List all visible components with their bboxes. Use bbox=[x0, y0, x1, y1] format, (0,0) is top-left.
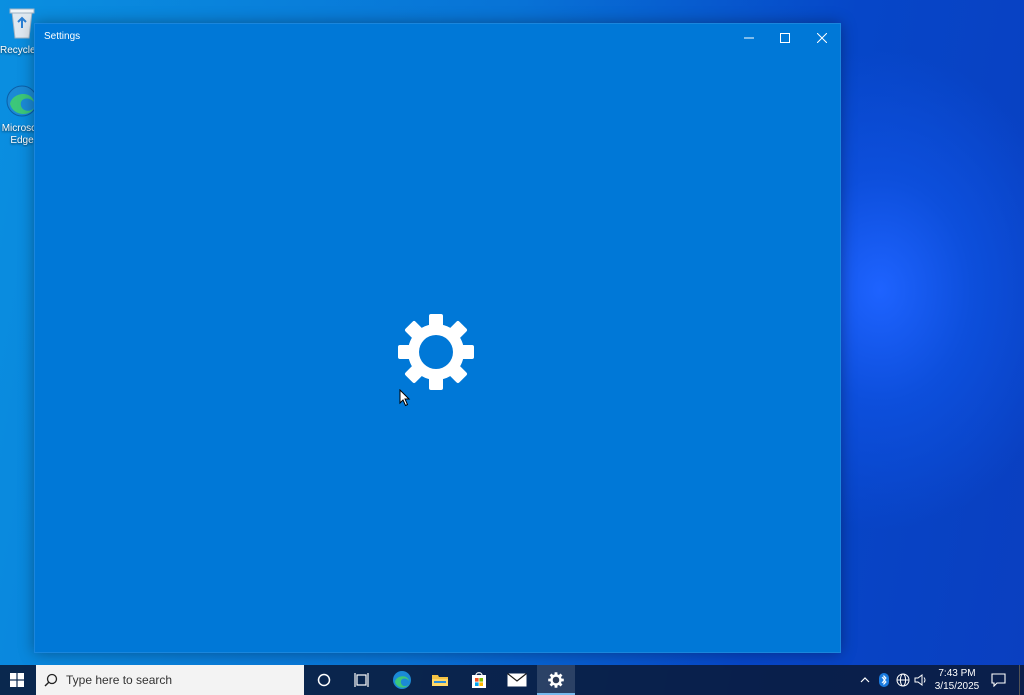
search-placeholder: Type here to search bbox=[66, 673, 173, 687]
settings-window[interactable]: Settings bbox=[34, 23, 841, 653]
volume-tray-button[interactable] bbox=[912, 665, 930, 695]
taskbar-edge[interactable] bbox=[382, 665, 421, 695]
taskbar-settings[interactable] bbox=[537, 665, 575, 695]
taskbar: Type here to search 7:43 PM 3/15/2025 bbox=[0, 665, 1024, 695]
clock[interactable]: 7:43 PM 3/15/2025 bbox=[931, 667, 983, 693]
close-icon bbox=[817, 32, 827, 43]
chevron-up-icon bbox=[860, 677, 870, 683]
taskbar-file-explorer[interactable] bbox=[421, 665, 459, 695]
taskbar-microsoft-store[interactable] bbox=[459, 665, 498, 695]
task-view-icon bbox=[354, 673, 369, 687]
title-bar[interactable]: Settings bbox=[35, 24, 840, 51]
cortana-button[interactable] bbox=[305, 665, 343, 695]
cortana-icon bbox=[317, 673, 331, 687]
task-view-button[interactable] bbox=[343, 665, 381, 695]
show-hidden-icons-button[interactable] bbox=[856, 665, 874, 695]
edge-icon bbox=[392, 671, 411, 689]
speaker-icon bbox=[914, 674, 926, 686]
gear-icon bbox=[548, 672, 564, 688]
minimize-button[interactable] bbox=[731, 24, 767, 51]
mouse-cursor-icon bbox=[399, 389, 411, 407]
search-box[interactable]: Type here to search bbox=[36, 665, 304, 695]
window-title: Settings bbox=[44, 31, 81, 42]
mail-icon bbox=[507, 673, 527, 687]
minimize-icon bbox=[744, 37, 754, 38]
bluetooth-tray-button[interactable] bbox=[875, 665, 893, 695]
notification-icon bbox=[990, 673, 1006, 687]
action-center-button[interactable] bbox=[984, 665, 1012, 695]
folder-icon bbox=[432, 675, 448, 686]
close-button[interactable] bbox=[804, 24, 840, 51]
taskbar-mail[interactable] bbox=[498, 665, 536, 695]
maximize-icon bbox=[780, 32, 790, 43]
maximize-button[interactable] bbox=[767, 24, 803, 51]
network-tray-button[interactable] bbox=[894, 665, 912, 695]
clock-date: 3/15/2025 bbox=[934, 681, 980, 692]
globe-icon bbox=[896, 673, 910, 687]
show-desktop-button[interactable] bbox=[1019, 665, 1024, 695]
gear-icon bbox=[398, 314, 474, 390]
clock-time: 7:43 PM bbox=[938, 668, 976, 679]
start-button[interactable] bbox=[0, 665, 34, 695]
windows-logo-icon bbox=[10, 673, 24, 687]
bluetooth-icon bbox=[879, 673, 889, 687]
store-icon bbox=[471, 672, 486, 688]
search-icon bbox=[44, 673, 58, 687]
